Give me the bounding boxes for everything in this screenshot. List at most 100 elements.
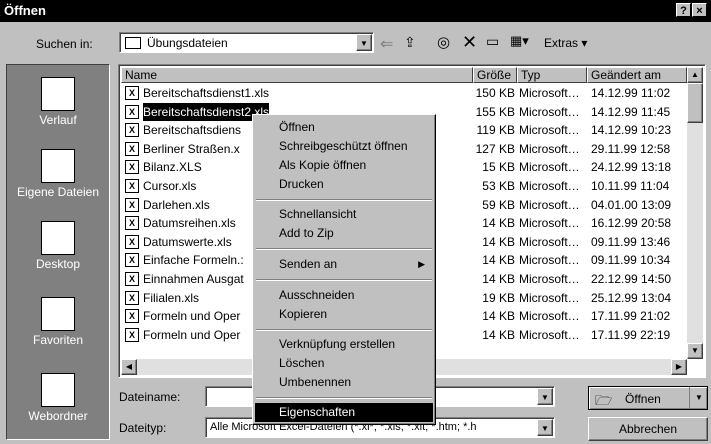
- file-name: Bilanz.XLS: [143, 160, 202, 175]
- file-modified: 14.12.99 11:02: [591, 86, 671, 100]
- place-desktop[interactable]: Desktop: [7, 221, 109, 271]
- file-name: Bereitschaftsdienst2.xls: [143, 102, 270, 121]
- place-history[interactable]: Verlauf: [7, 77, 109, 127]
- look-in-combo[interactable]: Übungsdateien ▼: [119, 32, 374, 53]
- scroll-right-icon[interactable]: ▶: [671, 359, 687, 375]
- column-header-type[interactable]: Typ: [517, 67, 587, 83]
- filename-label: Dateiname:: [119, 390, 181, 404]
- menu-item-cut[interactable]: Ausschneiden: [255, 286, 433, 305]
- menu-item-open-copy[interactable]: Als Kopie öffnen: [255, 156, 433, 175]
- close-button[interactable]: ×: [692, 3, 707, 17]
- up-folder-icon[interactable]: ⇪: [404, 34, 426, 52]
- scroll-down-icon[interactable]: ▼: [687, 343, 703, 359]
- file-modified: 09.11.99 13:46: [591, 234, 671, 249]
- file-size: 14 KB: [482, 272, 515, 286]
- web-folder-icon: [41, 373, 75, 407]
- place-my-documents[interactable]: Eigene Dateien: [7, 149, 109, 199]
- back-icon[interactable]: ⇐: [380, 34, 402, 53]
- chevron-down-icon[interactable]: ▼: [356, 34, 372, 51]
- menu-label: Schnellansicht: [279, 207, 357, 221]
- table-row[interactable]: X Bereitschaftsdienst1.xls 150 KB Microsoft…: [121, 84, 691, 102]
- menu-item-open-readonly[interactable]: Schreibgeschützt öffnen: [255, 137, 433, 156]
- scroll-up-icon[interactable]: ▲: [687, 67, 703, 83]
- menu-label: Senden an: [279, 257, 338, 271]
- file-modified: 16.12.99 20:58: [591, 216, 672, 231]
- column-header-size[interactable]: Größe: [473, 67, 517, 83]
- file-name: Cursor.xls: [143, 179, 197, 193]
- my-documents-icon: [41, 149, 75, 183]
- favorites-icon: [41, 297, 75, 331]
- extras-menu[interactable]: Extras ▾: [544, 36, 614, 50]
- file-type: Microsoft…: [519, 234, 580, 249]
- menu-item-create-shortcut[interactable]: Verknüpfung erstellen: [255, 335, 433, 354]
- title-bar: Öffnen ? ×: [0, 0, 711, 22]
- filetype-label: Dateityp:: [119, 421, 167, 435]
- menu-label: Als Kopie öffnen: [279, 158, 367, 172]
- file-modified: 09.11.99 10:34: [591, 253, 671, 268]
- file-name: Filialen.xls: [143, 290, 200, 305]
- column-header-name[interactable]: Name: [121, 67, 473, 83]
- chevron-down-icon[interactable]: ▼: [537, 388, 553, 405]
- menu-item-rename[interactable]: Umbenennen: [255, 373, 433, 392]
- menu-label: Umbenennen: [279, 375, 352, 389]
- cancel-button[interactable]: Abbrechen: [588, 417, 708, 441]
- menu-item-send-to[interactable]: Senden an ▶: [255, 255, 433, 274]
- file-size: 14 KB: [482, 253, 515, 268]
- file-type: Microsoft…: [519, 197, 580, 212]
- menu-separator: [256, 279, 432, 281]
- excel-file-icon: X: [125, 327, 139, 342]
- menu-item-open[interactable]: Öffnen: [255, 118, 433, 137]
- place-web-folders[interactable]: Webordner: [7, 373, 109, 423]
- file-type: Microsoft…: [519, 160, 580, 175]
- file-size: 127 KB: [475, 141, 515, 156]
- scroll-left-icon[interactable]: ◀: [121, 359, 137, 375]
- open-button[interactable]: 🗁 Öffnen ▼: [588, 386, 708, 410]
- place-label: Desktop: [35, 257, 81, 271]
- file-size: 14 KB: [482, 216, 515, 231]
- place-favorites[interactable]: Favoriten: [7, 297, 109, 347]
- menu-item-quick-view[interactable]: Schnellansicht: [255, 205, 433, 224]
- menu-item-print[interactable]: Drucken: [255, 175, 433, 194]
- file-size: 14 KB: [482, 234, 515, 249]
- scroll-thumb[interactable]: [687, 83, 703, 123]
- menu-item-delete[interactable]: Löschen: [255, 354, 433, 373]
- excel-file-icon: X: [125, 179, 139, 193]
- file-type: Microsoft…: [519, 86, 580, 100]
- views-icon[interactable]: ▦▾: [510, 33, 540, 51]
- extras-chevron-icon: ▾: [578, 36, 588, 50]
- file-type: Microsoft…: [519, 253, 580, 268]
- menu-label: Ausschneiden: [279, 288, 355, 302]
- file-name: Formeln und Oper: [143, 309, 241, 324]
- help-button[interactable]: ?: [676, 3, 691, 17]
- window-title: Öffnen: [4, 3, 46, 18]
- file-type: Microsoft…: [519, 309, 580, 324]
- excel-file-icon: X: [125, 253, 139, 268]
- vertical-scrollbar[interactable]: ▲ ▼: [687, 67, 703, 359]
- menu-item-copy[interactable]: Kopieren: [255, 305, 433, 324]
- menu-label: Eigenschaften: [279, 405, 356, 419]
- file-type: Microsoft…: [519, 216, 580, 231]
- open-folder-icon: 🗁: [595, 392, 613, 408]
- excel-file-icon: X: [125, 160, 139, 175]
- open-dropdown-icon[interactable]: ▼: [689, 387, 708, 409]
- column-header-modified[interactable]: Geändert am: [587, 67, 687, 83]
- search-web-icon[interactable]: ◎: [437, 33, 457, 51]
- file-type: Microsoft…: [519, 179, 580, 193]
- excel-file-icon: X: [125, 290, 139, 305]
- extras-label: Extras: [544, 36, 579, 50]
- delete-icon[interactable]: ✕: [462, 32, 482, 52]
- submenu-arrow-icon: ▶: [418, 259, 425, 269]
- menu-separator: [256, 248, 432, 250]
- menu-item-properties[interactable]: Eigenschaften: [255, 403, 433, 422]
- file-size: 150 KB: [475, 86, 515, 100]
- new-folder-icon[interactable]: ▭: [486, 33, 506, 51]
- history-icon: [41, 77, 75, 111]
- menu-label: Löschen: [279, 356, 325, 370]
- menu-item-add-zip[interactable]: Add to Zip: [255, 224, 433, 243]
- menu-label: Kopieren: [279, 307, 328, 321]
- chevron-down-icon[interactable]: ▼: [537, 419, 553, 436]
- file-size: 155 KB: [475, 104, 515, 119]
- file-modified: 17.11.99 21:02: [591, 309, 671, 324]
- file-name: Datumsreihen.xls: [143, 216, 236, 231]
- menu-label: Öffnen: [279, 120, 315, 134]
